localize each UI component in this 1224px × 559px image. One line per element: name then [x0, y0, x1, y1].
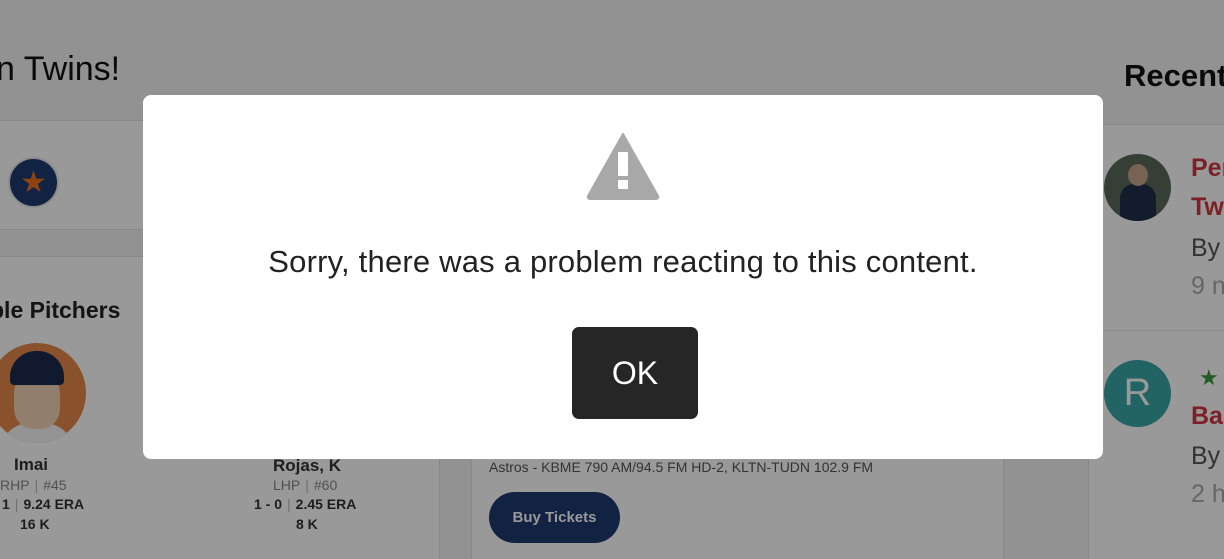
ok-button[interactable]: OK	[572, 327, 698, 419]
error-message: Sorry, there was a problem reacting to t…	[268, 244, 978, 279]
warning-icon	[586, 132, 660, 200]
